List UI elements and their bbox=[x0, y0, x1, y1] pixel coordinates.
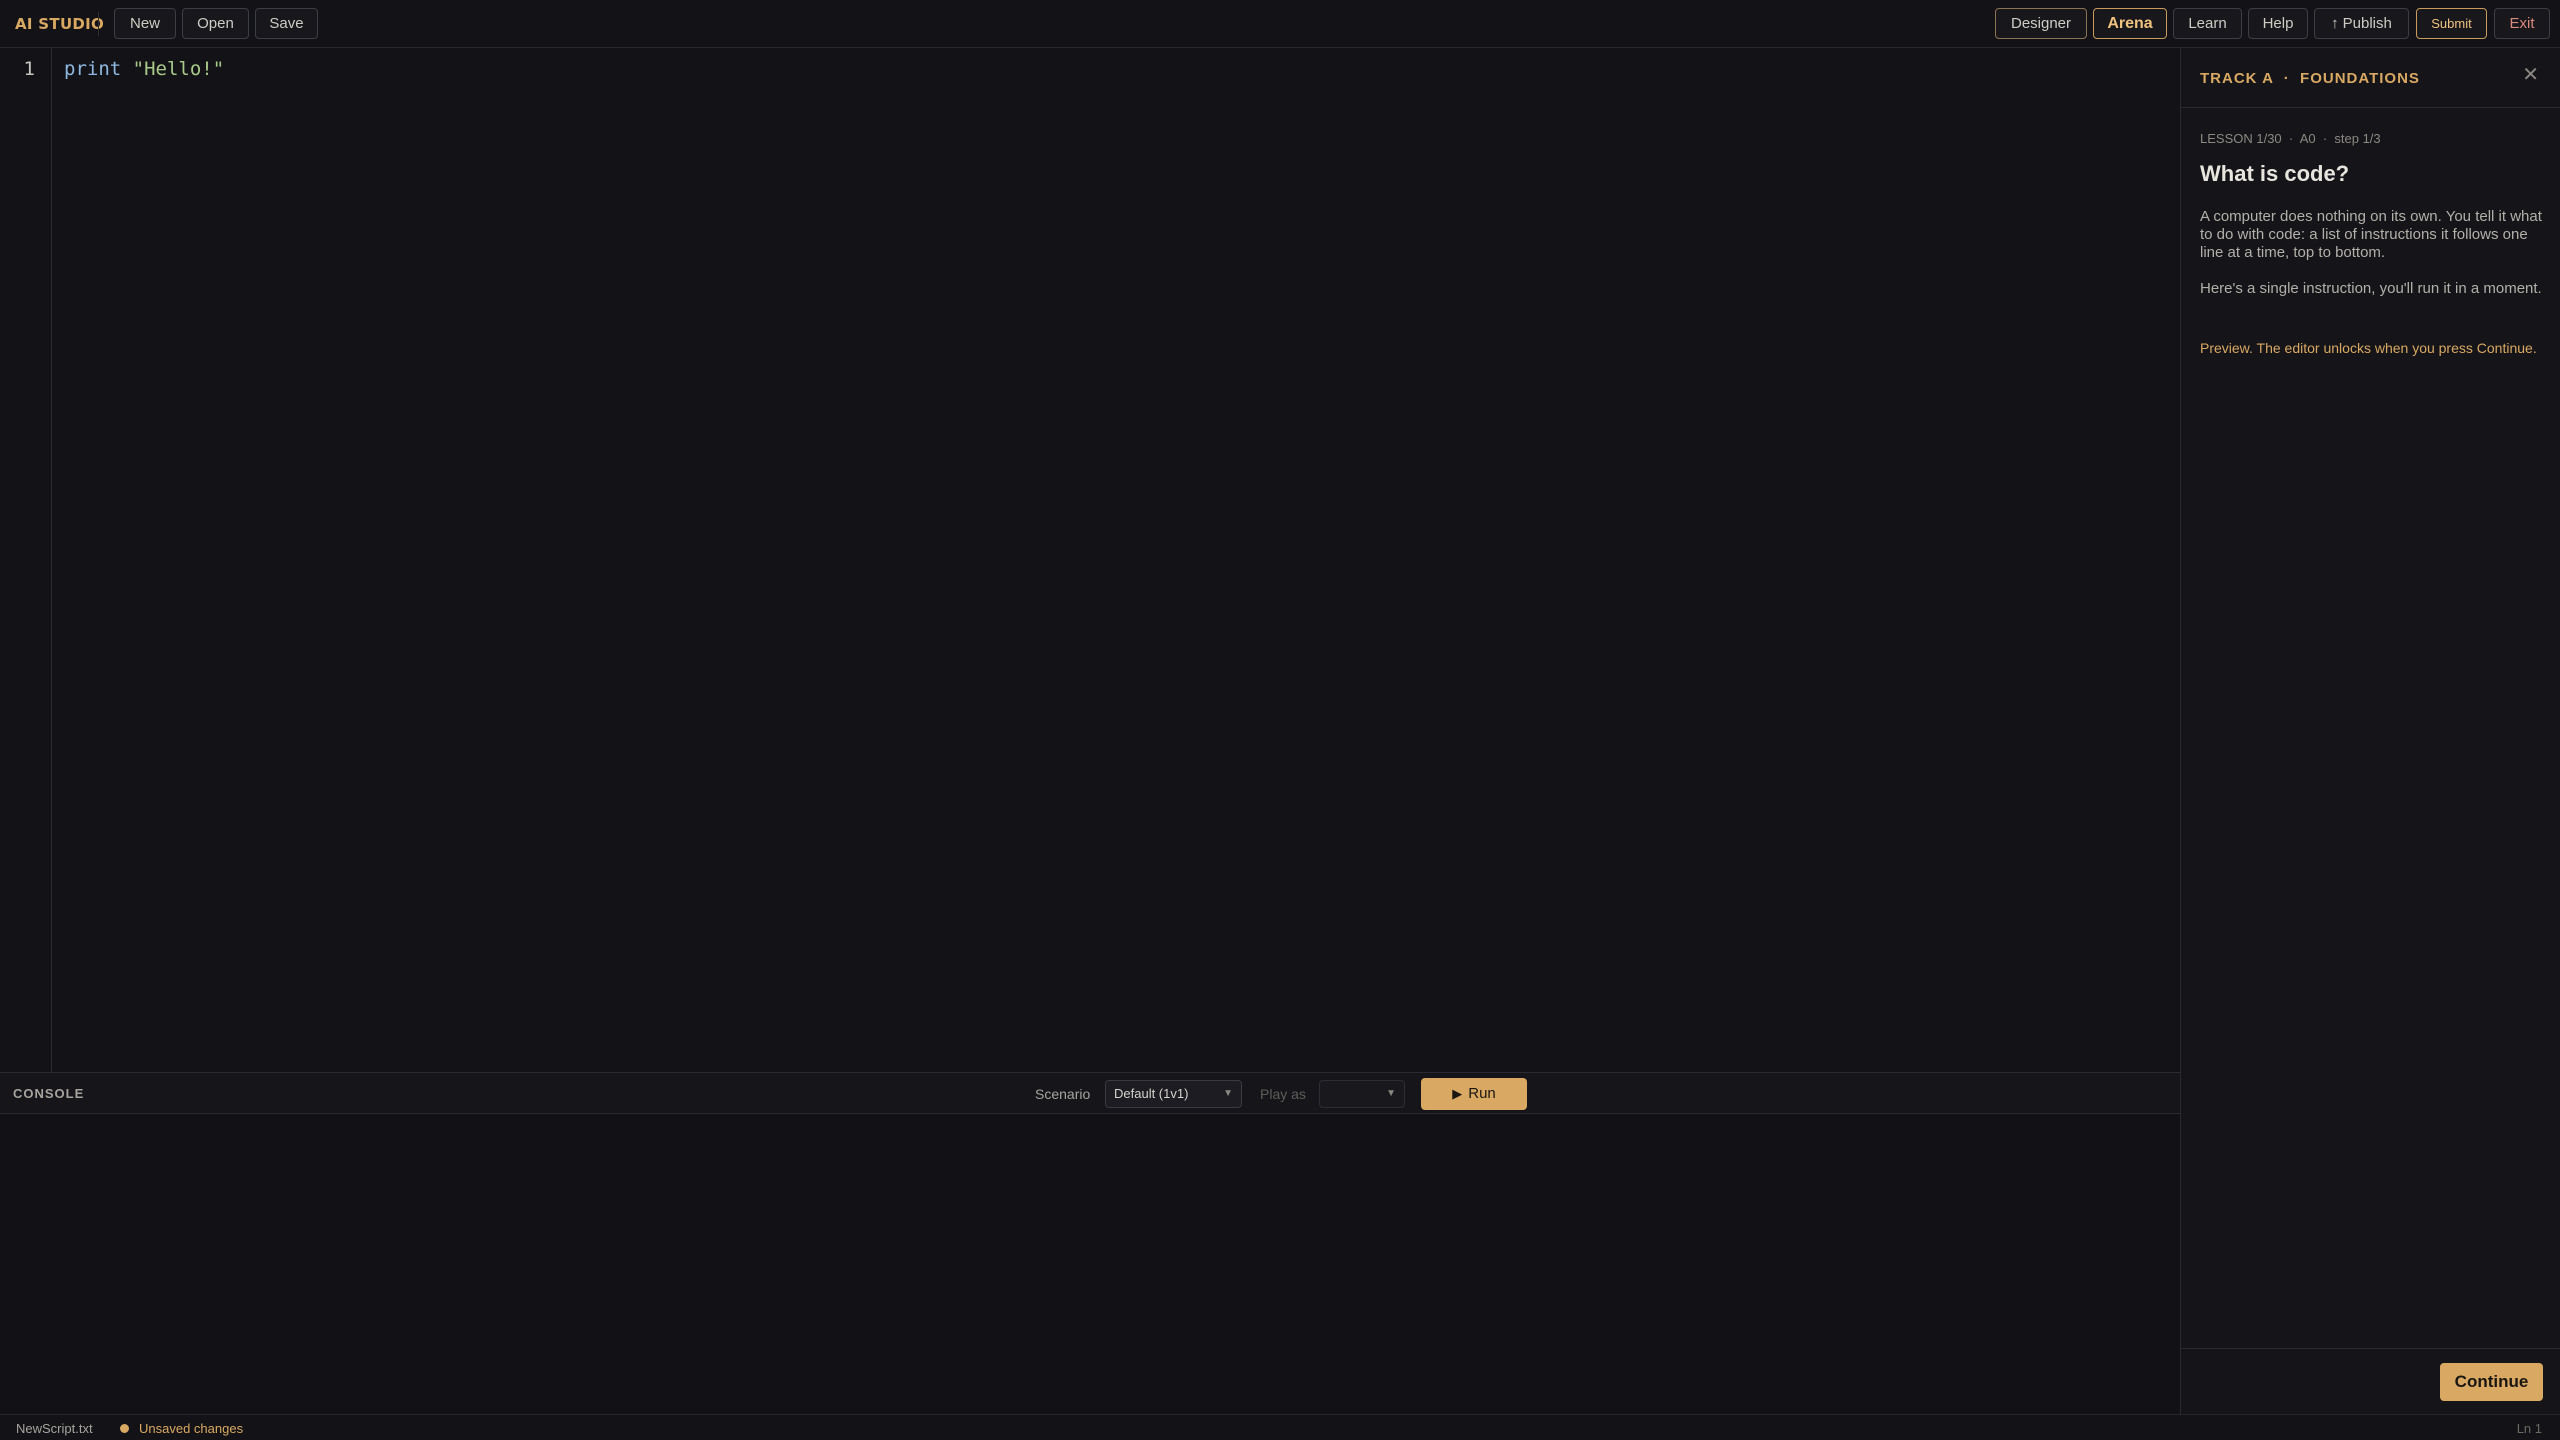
code-editor[interactable]: 1 print "Hello!" bbox=[0, 48, 2180, 1072]
arrow-up-icon: ↑ bbox=[2331, 15, 2339, 32]
track-title: TRACK A · FOUNDATIONS bbox=[2200, 70, 2420, 87]
line-number: 1 bbox=[23, 58, 35, 80]
run-button[interactable]: ▶ Run bbox=[1421, 1078, 1527, 1110]
file-name: NewScript.txt bbox=[16, 1421, 93, 1436]
publish-label: Publish bbox=[2342, 15, 2392, 32]
help-button[interactable]: Help bbox=[2248, 8, 2308, 39]
lesson-title: What is code? bbox=[2200, 161, 2350, 186]
scenario-select[interactable]: Default (1v1) ▼ bbox=[1105, 1080, 1242, 1108]
close-icon[interactable]: ✕ bbox=[2522, 65, 2539, 85]
console-output bbox=[0, 1114, 2180, 1414]
play-icon: ▶ bbox=[1452, 1086, 1463, 1101]
lesson-paragraph: Here's a single instruction, you'll run … bbox=[2200, 280, 2542, 297]
exit-button[interactable]: Exit bbox=[2494, 8, 2550, 39]
scenario-select-value: Default (1v1) bbox=[1114, 1086, 1189, 1101]
top-toolbar: AI STUDIO New Open Save Designer Arena L… bbox=[0, 0, 2560, 48]
console-toolbar: CONSOLE Scenario Default (1v1) ▼ Play as… bbox=[0, 1072, 2180, 1114]
preview-note: Preview. The editor unlocks when you pre… bbox=[2200, 340, 2537, 356]
lesson-panel-footer: Continue bbox=[2181, 1348, 2560, 1414]
chevron-down-icon: ▼ bbox=[1386, 1088, 1396, 1099]
learn-tab[interactable]: Learn bbox=[2173, 8, 2242, 39]
publish-button[interactable]: ↑ Publish bbox=[2314, 8, 2409, 39]
arena-tab[interactable]: Arena bbox=[2093, 8, 2167, 39]
lesson-panel-header: TRACK A · FOUNDATIONS ✕ bbox=[2181, 48, 2560, 108]
open-button[interactable]: Open bbox=[182, 8, 249, 39]
lesson-panel: TRACK A · FOUNDATIONS ✕ LESSON 1/30 · A0… bbox=[2180, 48, 2560, 1414]
scenario-label: Scenario bbox=[1035, 1086, 1091, 1102]
play-as-label: Play as bbox=[1260, 1086, 1306, 1102]
lesson-paragraph: A computer does nothing on its own. You … bbox=[2200, 208, 2542, 261]
lesson-meta: LESSON 1/30 · A0 · step 1/3 bbox=[2200, 131, 2381, 146]
line-number-gutter: 1 bbox=[0, 48, 52, 1072]
run-label: Run bbox=[1468, 1085, 1496, 1102]
chevron-down-icon: ▼ bbox=[1223, 1088, 1233, 1099]
play-as-select[interactable]: ▼ bbox=[1319, 1080, 1405, 1108]
cursor-position: Ln 1 bbox=[2516, 1421, 2542, 1436]
status-bar: NewScript.txt Unsaved changes Ln 1 bbox=[0, 1414, 2560, 1440]
code-keyword: print bbox=[64, 58, 122, 80]
new-button[interactable]: New bbox=[114, 8, 176, 39]
code-line[interactable]: print "Hello!" bbox=[64, 58, 224, 80]
submit-button[interactable]: Submit bbox=[2416, 8, 2487, 39]
ai-studio-app: AI STUDIO New Open Save Designer Arena L… bbox=[0, 0, 2560, 1440]
save-button[interactable]: Save bbox=[255, 8, 318, 39]
continue-button[interactable]: Continue bbox=[2440, 1363, 2543, 1401]
unsaved-dot-icon bbox=[120, 1424, 129, 1433]
toolbar-divider bbox=[98, 12, 99, 36]
unsaved-indicator: Unsaved changes bbox=[139, 1421, 244, 1436]
app-logo: AI STUDIO bbox=[15, 15, 105, 33]
console-title: CONSOLE bbox=[13, 1086, 85, 1101]
code-string: "Hello!" bbox=[132, 58, 225, 80]
designer-tab[interactable]: Designer bbox=[1995, 8, 2087, 39]
